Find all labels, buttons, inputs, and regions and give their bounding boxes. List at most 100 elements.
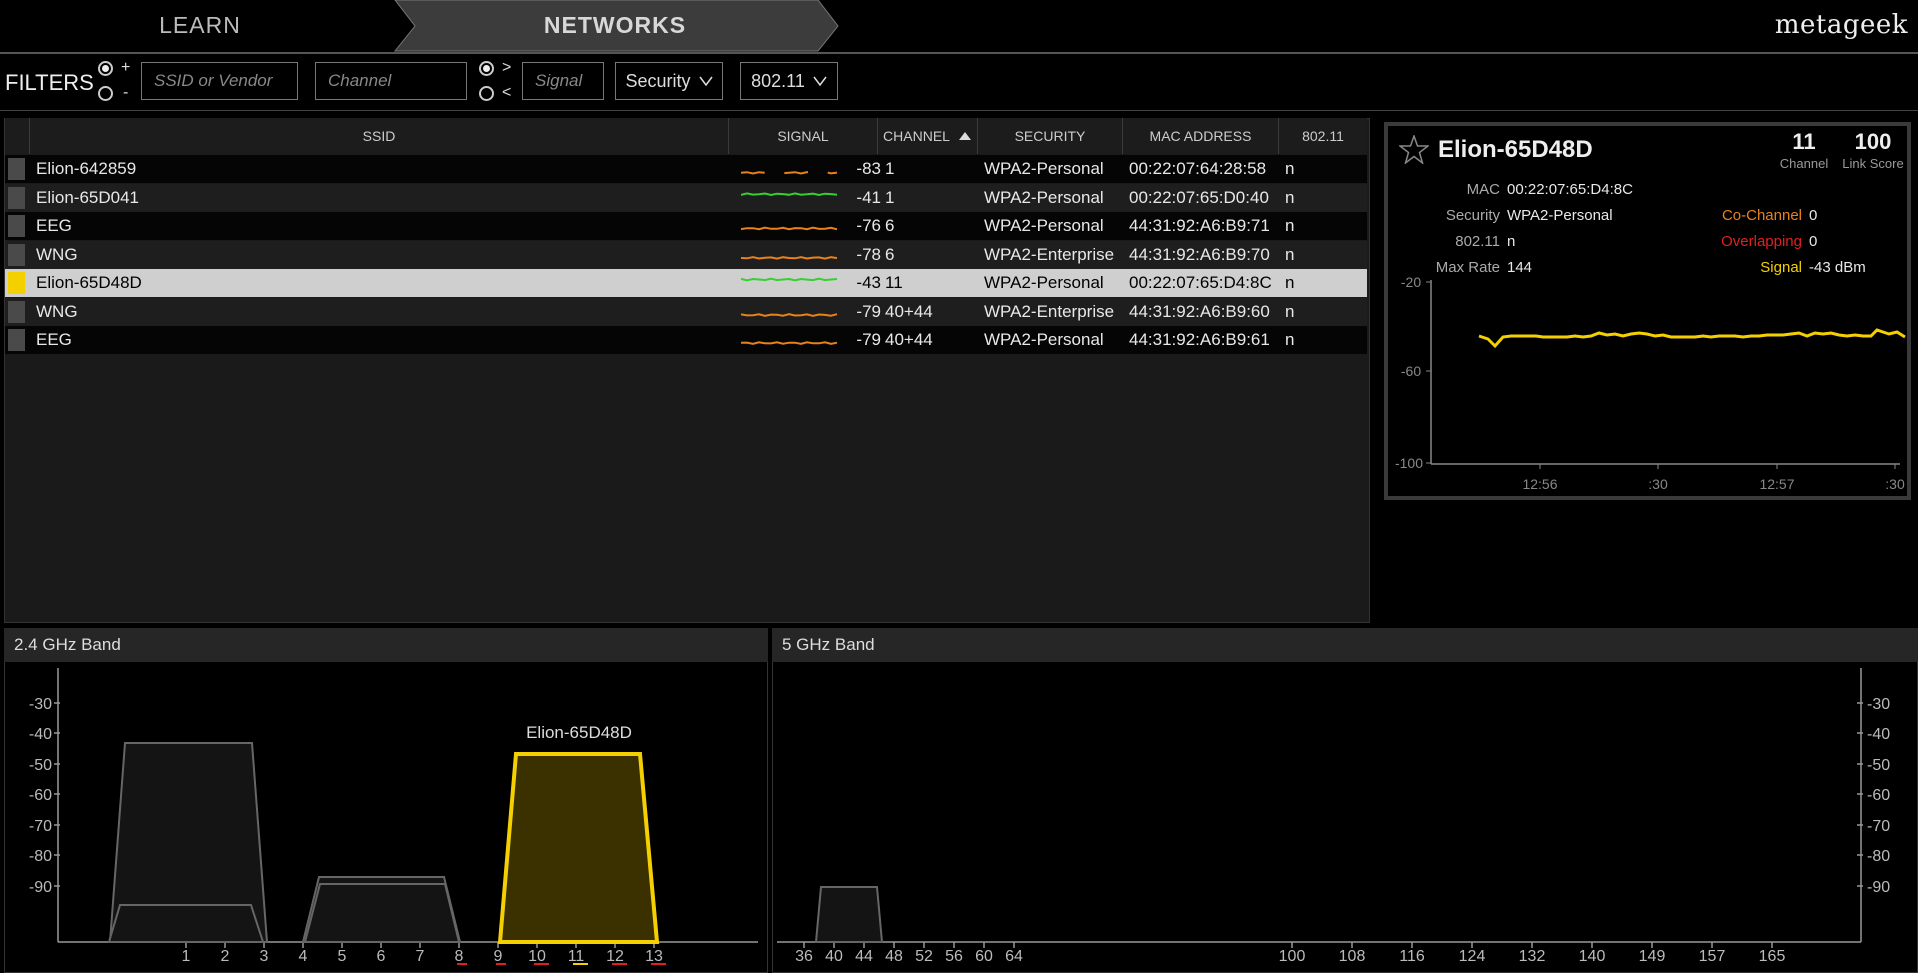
- signal-cell: -79: [856, 330, 881, 349]
- sort-ascending-icon: [958, 132, 971, 140]
- x-tick-label: 64: [1005, 948, 1023, 965]
- standard-dropdown[interactable]: 802.11: [740, 62, 838, 100]
- y-tick-label: -60: [29, 787, 52, 804]
- x-tick-label: 100: [1279, 948, 1306, 965]
- row-color-swatch[interactable]: [8, 301, 25, 323]
- detail-link-score-label: Link Score: [1842, 156, 1904, 171]
- x-tick-label: 10: [528, 948, 546, 965]
- detail-cochannel-value: 0: [1809, 207, 1818, 224]
- row-color-swatch[interactable]: [8, 329, 25, 351]
- y-tick-label: -80: [29, 848, 52, 865]
- mac-cell: 00:22:07:65:D4:8C: [1129, 273, 1272, 292]
- x-tick-label: 1: [182, 948, 191, 965]
- tab-learn[interactable]: LEARN: [0, 0, 400, 50]
- channel-cell: 1: [885, 159, 895, 178]
- column-header-standard[interactable]: 802.11: [1279, 118, 1367, 154]
- signal-sparkline: [741, 170, 838, 175]
- selected-network-label: Elion-65D48D: [526, 723, 632, 742]
- x-tick-label: 116: [1399, 948, 1425, 965]
- x-tick-label: 7: [416, 948, 425, 965]
- security-dropdown[interactable]: Security: [615, 62, 723, 100]
- x-tick-label: 11: [568, 948, 585, 965]
- x-tick-label: 8: [455, 948, 464, 965]
- x-tick-label: 2: [221, 948, 230, 965]
- column-header-ssid[interactable]: SSID: [30, 118, 729, 154]
- exclude-radio[interactable]: [98, 86, 113, 101]
- x-tick-label: 48: [885, 948, 903, 965]
- x-tick-label: 149: [1639, 948, 1666, 965]
- signal-input[interactable]: Signal: [522, 62, 604, 100]
- x-tick-label: 60: [975, 948, 993, 965]
- detail-overlapping-label: Overlapping: [1721, 233, 1802, 250]
- signal-sparkline: [741, 226, 838, 231]
- signal-cell: -79: [856, 302, 881, 321]
- row-color-swatch[interactable]: [8, 158, 25, 180]
- y-tick-label: -100: [1395, 455, 1423, 471]
- greater-than-radio[interactable]: [479, 61, 494, 76]
- security-dropdown-label: Security: [625, 70, 691, 91]
- x-tick-label: 157: [1699, 948, 1726, 965]
- detail-security-value: WPA2-Personal: [1507, 207, 1613, 224]
- ssid-cell: Elion-65D48D: [36, 273, 142, 292]
- band-24ghz-header: 2.4 GHz Band: [4, 628, 768, 662]
- signal-cell: -43: [856, 273, 881, 292]
- ssid-vendor-input[interactable]: SSID or Vendor: [141, 62, 298, 100]
- greater-than-label: >: [502, 59, 512, 76]
- column-header-signal[interactable]: SIGNAL: [729, 118, 878, 154]
- selected-network-shape[interactable]: [497, 752, 660, 944]
- include-radio[interactable]: [98, 61, 113, 76]
- band-24ghz-chart: -30-40-50-60-70-80-90 1 2 3 4 5 6 7 8 9 10 11 12 13 …: [29, 668, 758, 965]
- standard-cell: n: [1285, 159, 1295, 178]
- channel-cell: 6: [885, 216, 895, 235]
- x-tick-label: 44: [855, 948, 873, 965]
- row-color-swatch[interactable]: [8, 215, 25, 237]
- row-color-swatch[interactable]: [8, 244, 25, 266]
- standard-cell: n: [1285, 330, 1295, 349]
- mac-cell: 44:31:92:A6:B9:71: [1129, 216, 1270, 235]
- y-tick-label: -90: [29, 879, 52, 896]
- table-row[interactable]: Elion-65D041 -41 1 WPA2-Personal 00:22:07:65…: [5, 184, 1367, 212]
- security-cell: WPA2-Enterprise: [984, 302, 1115, 321]
- standard-cell: n: [1285, 216, 1295, 235]
- table-row[interactable]: EEG -79 40+44 WPA2-Personal 44:31:92:A6:B9:6…: [5, 326, 1367, 354]
- table-row[interactable]: WNG -78 6 WPA2-Enterprise 44:31:92:A6:B9:70 n: [5, 241, 1367, 269]
- security-cell: WPA2-Personal: [984, 330, 1104, 349]
- x-tick-label: 13: [645, 948, 663, 965]
- security-cell: WPA2-Personal: [984, 216, 1104, 235]
- column-header-mac[interactable]: MAC ADDRESS: [1123, 118, 1279, 154]
- detail-channel-label: Channel: [1779, 156, 1829, 171]
- x-tick-label: 52: [915, 948, 933, 965]
- table-row[interactable]: Elion-642859 -83 1 WPA2-Personal 00:22:07:64…: [5, 155, 1367, 183]
- channel-cell: 40+44: [885, 302, 933, 321]
- row-color-swatch[interactable]: [8, 187, 25, 209]
- mac-cell: 44:31:92:A6:B9:70: [1129, 245, 1270, 264]
- row-color-swatch[interactable]: [8, 272, 25, 294]
- network-shape: [301, 876, 462, 943]
- column-header-channel[interactable]: CHANNEL: [878, 118, 978, 154]
- detail-standard-value: n: [1507, 233, 1516, 250]
- detail-cochannel-label: Co-Channel: [1721, 207, 1802, 224]
- table-row[interactable]: EEG -76 6 WPA2-Personal 44:31:92:A6:B9:71 n: [5, 212, 1367, 240]
- y-tick-label: -40: [1867, 726, 1890, 743]
- signal-sparkline: [741, 192, 838, 197]
- ssid-cell: Elion-65D041: [36, 188, 140, 207]
- include-label: +: [121, 59, 131, 76]
- security-cell: WPA2-Personal: [984, 188, 1104, 207]
- channel-input[interactable]: Channel: [315, 62, 467, 100]
- y-tick-label: -40: [29, 726, 52, 743]
- column-header-security[interactable]: SECURITY: [978, 118, 1123, 154]
- signal-cell: -78: [856, 245, 881, 264]
- detail-channel-value: 11: [1792, 129, 1816, 154]
- metageek-logo: metageek: [1774, 10, 1908, 40]
- tab-networks[interactable]: NETWORKS: [400, 0, 830, 50]
- signal-sparkline: [741, 313, 838, 317]
- detail-overlapping-value: 0: [1809, 233, 1818, 250]
- detail-mac-label: MAC: [1466, 181, 1500, 198]
- table-row[interactable]: Elion-65D48D -43 11 WPA2-Personal 00:22:07:6…: [5, 269, 1367, 297]
- table-row[interactable]: WNG -79 40+44 WPA2-Enterprise 44:31:92:A6:B9…: [5, 298, 1367, 326]
- less-than-radio[interactable]: [479, 86, 494, 101]
- table-header-color: [5, 118, 30, 154]
- y-tick-label: -50: [29, 757, 52, 774]
- star-icon[interactable]: [1399, 135, 1429, 164]
- x-tick-label: 9: [494, 948, 503, 965]
